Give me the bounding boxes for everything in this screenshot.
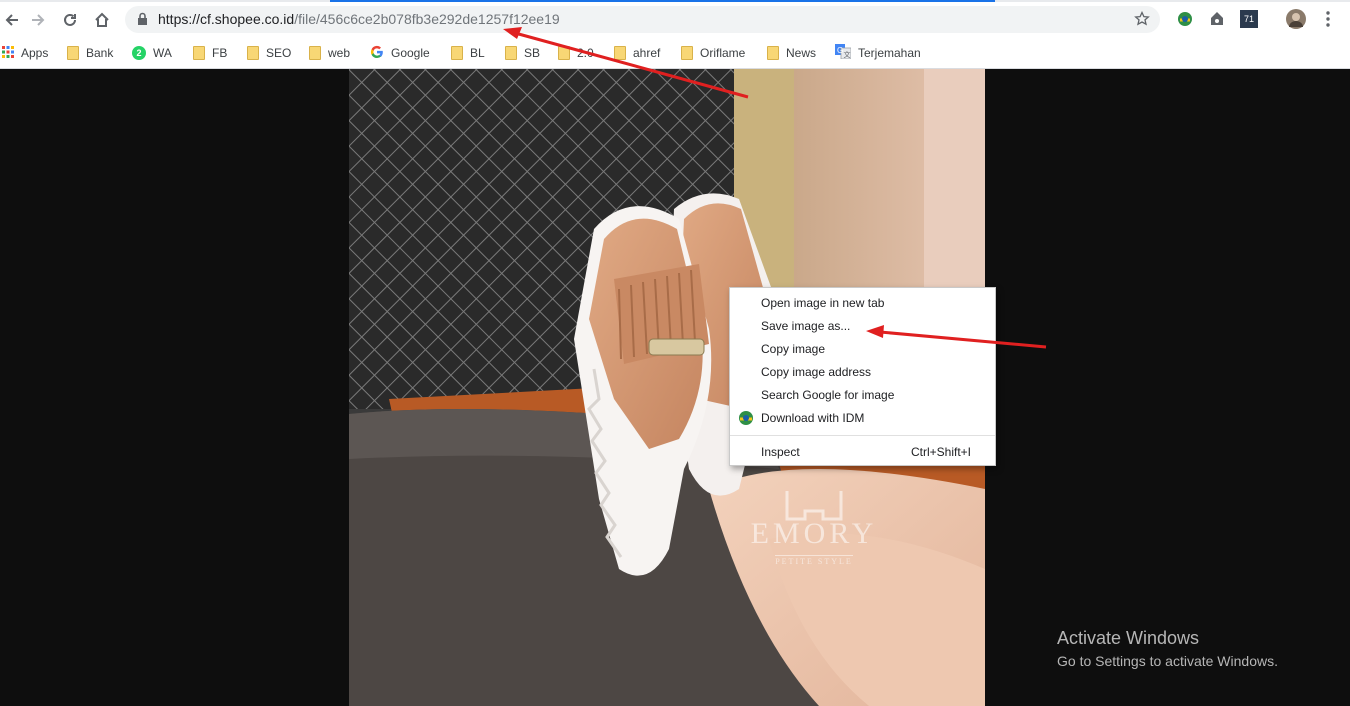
bookmark-ahref[interactable]: ahref: [614, 44, 660, 62]
bookmark-sb[interactable]: SB: [505, 44, 540, 62]
reload-icon: [64, 13, 76, 26]
forward-arrow-icon: [32, 14, 45, 26]
folder-icon: [681, 46, 693, 60]
bookmarks-bar: Apps Bank 2 WA FB SEO web Google BL SB 2.…: [0, 38, 1350, 69]
context-menu: Open image in new tab Save image as... C…: [729, 287, 996, 466]
forward-button[interactable]: [26, 8, 50, 32]
bookmark-oriflame[interactable]: Oriflame: [681, 44, 745, 62]
menu-item-label: Copy image: [761, 342, 826, 356]
menu-item-label: Download with IDM: [761, 411, 865, 425]
folder-icon: [505, 46, 517, 60]
activate-title: Activate Windows: [1057, 628, 1200, 648]
bookmark-label: FB: [212, 46, 228, 60]
menu-copy-image[interactable]: Copy image: [730, 338, 995, 361]
tab-strip-edge: [0, 0, 1350, 2]
home-button[interactable]: [90, 8, 114, 32]
emory-watermark: EMORY PETITE STYLE: [729, 489, 899, 569]
menu-download-with-idm[interactable]: Download with IDM: [730, 407, 995, 430]
bookmark-bank[interactable]: Bank: [67, 44, 113, 62]
folder-icon: [451, 46, 463, 60]
bookmark-label: Bank: [86, 46, 114, 60]
bookmark-2-0[interactable]: 2.0: [558, 44, 594, 62]
bookmark-news[interactable]: News: [767, 44, 816, 62]
activate-windows-watermark: Activate Windows Go to Settings to activ…: [1057, 628, 1278, 669]
watermark-brand: EMORY: [750, 517, 878, 550]
menu-save-image-as[interactable]: Save image as...: [730, 315, 995, 338]
idm-icon: [738, 410, 754, 429]
whatsapp-icon: 2: [132, 46, 146, 60]
bookmark-label: SB: [524, 46, 541, 60]
menu-search-google-for-image[interactable]: Search Google for image: [730, 384, 995, 407]
watermark-tagline: PETITE STYLE: [775, 555, 853, 566]
folder-icon: [309, 46, 321, 60]
profile-avatar[interactable]: [1286, 9, 1306, 29]
bookmark-fb[interactable]: FB: [193, 44, 227, 62]
bookmark-label: Oriflame: [700, 46, 746, 60]
menu-copy-image-address[interactable]: Copy image address: [730, 361, 995, 384]
bookmark-label: BL: [470, 46, 485, 60]
apps-grid-icon: [2, 45, 14, 61]
svg-text:G: G: [837, 46, 843, 55]
folder-icon: [67, 46, 79, 60]
bookmark-apps[interactable]: Apps: [2, 44, 48, 62]
menu-open-image-new-tab[interactable]: Open image in new tab: [730, 292, 995, 315]
browser-toolbar: https://cf.shopee.co.id/file/456c6ce2b07…: [0, 0, 1350, 38]
bookmark-label: 2.0: [577, 46, 594, 60]
google-translate-icon: G文: [835, 44, 852, 62]
menu-item-label: Save image as...: [761, 319, 851, 333]
address-bar[interactable]: https://cf.shopee.co.id/file/456c6ce2b07…: [125, 6, 1160, 33]
bookmark-label: Apps: [21, 46, 49, 60]
stats-extension-icon[interactable]: 71: [1239, 9, 1259, 29]
folder-icon: [193, 46, 205, 60]
folder-icon: [558, 46, 570, 60]
url-host: https://cf.shopee.co.id: [158, 11, 295, 27]
bookmark-star-icon[interactable]: [1134, 10, 1150, 32]
bookmark-label: SEO: [266, 46, 292, 60]
folder-icon: [247, 46, 259, 60]
loading-accent-line: [330, 0, 995, 2]
bookmark-label: ahref: [633, 46, 661, 60]
bookmark-bl[interactable]: BL: [451, 44, 485, 62]
lock-icon: [137, 12, 148, 31]
url-text[interactable]: https://cf.shopee.co.id/file/456c6ce2b07…: [158, 11, 560, 27]
bookmark-wa[interactable]: 2 WA: [132, 44, 172, 62]
menu-item-shortcut: Ctrl+Shift+I: [910, 445, 971, 459]
bookmark-label: News: [786, 46, 817, 60]
svg-text:文: 文: [844, 50, 851, 59]
menu-kebab-icon[interactable]: [1318, 9, 1338, 29]
folder-icon: [767, 46, 779, 60]
home-icon: [95, 12, 109, 27]
menu-item-label: Search Google for image: [761, 388, 895, 402]
bookmark-label: Google: [391, 46, 430, 60]
back-arrow-icon: [5, 14, 18, 26]
reload-button[interactable]: [58, 8, 82, 32]
menu-inspect[interactable]: Inspect Ctrl+Shift+I: [730, 441, 995, 464]
url-path: /file/456c6ce2b078fb3e292de1257f12ee19: [294, 11, 560, 27]
back-button[interactable]: [0, 8, 24, 32]
shield-extension-icon[interactable]: [1207, 9, 1227, 29]
menu-item-label: Inspect: [761, 445, 800, 459]
menu-separator: [730, 435, 995, 436]
image-viewer: EMORY PETITE STYLE: [0, 69, 1350, 706]
folder-icon: [614, 46, 626, 60]
bookmark-label: web: [328, 46, 351, 60]
bookmark-seo[interactable]: SEO: [247, 44, 291, 62]
menu-item-label: Copy image address: [761, 365, 872, 379]
idm-extension-icon[interactable]: [1175, 9, 1195, 29]
google-icon: [370, 45, 384, 62]
bookmark-terjemahan[interactable]: G文 Terjemahan: [835, 44, 921, 62]
bookmark-google[interactable]: Google: [370, 44, 430, 62]
bookmark-label: WA: [153, 46, 172, 60]
bookmark-label: Terjemahan: [858, 46, 921, 60]
activate-subtitle: Go to Settings to activate Windows.: [1057, 653, 1278, 669]
bookmark-web[interactable]: web: [309, 44, 350, 62]
menu-item-label: Open image in new tab: [761, 296, 885, 310]
